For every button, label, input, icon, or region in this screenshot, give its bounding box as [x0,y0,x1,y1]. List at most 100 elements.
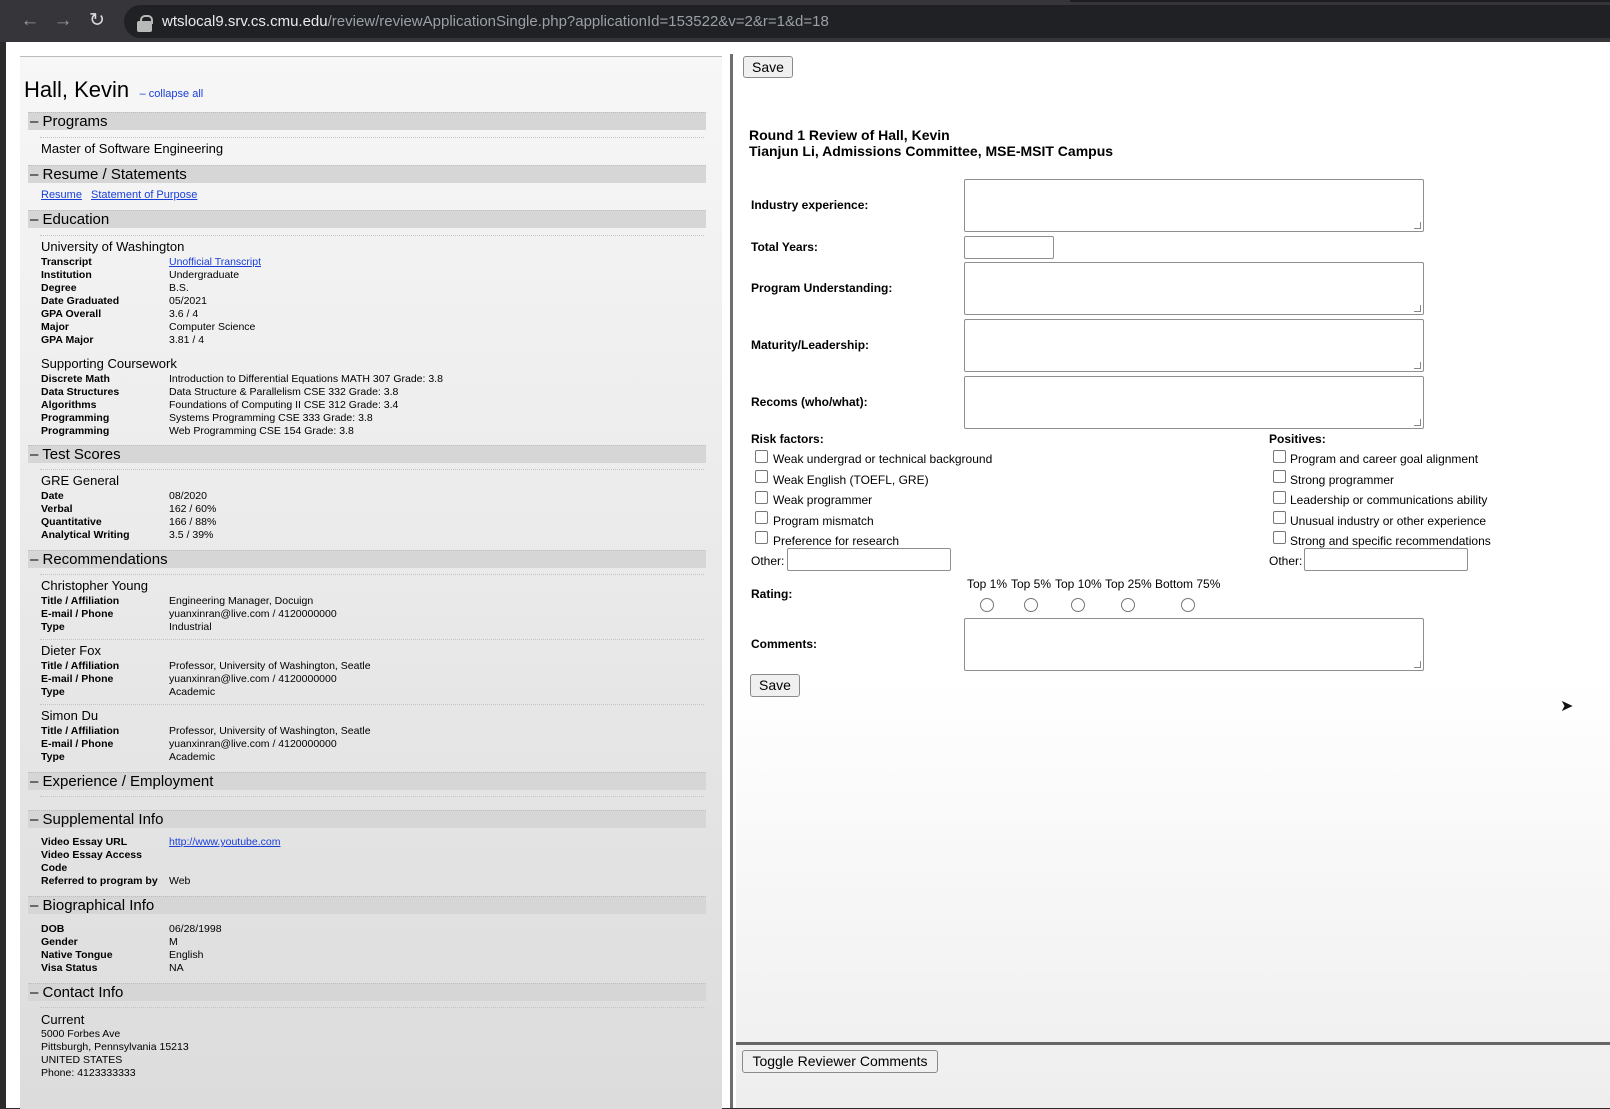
rating-radio-bottom-75[interactable] [1181,598,1195,612]
browser-toolbar: ← → ↻ wtslocal9.srv.cs.cmu.edu/review/re… [0,0,1610,42]
section-resume-header[interactable]: – Resume / Statements [28,165,706,183]
url-host: wtslocal9.srv.cs.cmu.edu [162,13,328,30]
positive-checkbox[interactable] [1273,531,1286,544]
panel-divider [736,1042,1610,1045]
positives-title: Positives: [1269,432,1326,446]
risk-label: Weak undergrad or technical background [773,452,993,466]
edu-value: Undergraduate [169,269,240,281]
forward-arrow-icon[interactable]: → [52,10,74,32]
risk-checkbox[interactable] [755,470,768,483]
risk-other-input[interactable] [787,548,951,571]
coursework-title: Supporting Coursework [41,356,177,371]
course-value: Systems Programming CSE 333 Grade: 3.8 [169,412,373,424]
industry-experience-label: Industry experience: [751,198,869,212]
bio-value: 06/28/1998 [169,923,222,935]
total-years-input[interactable] [964,236,1054,259]
rating-radio-top-25[interactable] [1121,598,1135,612]
page: Hall, Kevin – collapse all – Programs Ma… [6,42,1610,1109]
risk-other-label: Other: [751,554,785,568]
score-value: 162 / 60% [169,503,217,515]
section-recommendations-header[interactable]: – Recommendations [28,550,706,568]
recoms-textarea[interactable] [964,376,1424,429]
back-arrow-icon[interactable]: ← [19,10,41,32]
toggle-reviewer-comments-button[interactable]: Toggle Reviewer Comments [742,1050,938,1073]
rating-option-label: Top 10% [1055,577,1102,591]
rating-radio-top-10[interactable] [1071,598,1085,612]
rec-value: Engineering Manager, Docuign [169,595,314,607]
rec-value: Professor, University of Washington, Sea… [169,660,371,672]
unofficial-transcript-link[interactable]: Unofficial Transcript [169,256,261,268]
lock-icon-body [137,21,152,32]
edu-value: 05/2021 [169,295,207,307]
bio-label: Visa Status [41,962,98,974]
score-label: Analytical Writing [41,529,130,541]
rec-label: Title / Affiliation [41,595,120,607]
risk-checkbox[interactable] [755,491,768,504]
reload-icon[interactable]: ↻ [86,10,108,32]
positive-label: Program and career goal alignment [1290,452,1479,466]
bio-value: English [169,949,204,961]
divider [40,469,704,470]
risk-checkbox[interactable] [755,531,768,544]
section-education-header[interactable]: – Education [28,210,706,228]
collapse-all-link[interactable]: – collapse all [140,88,204,100]
contact-line: Pittsburgh, Pennsylvania 15213 [41,1041,189,1053]
score-value: 3.5 / 39% [169,529,214,541]
statement-of-purpose-link[interactable]: Statement of Purpose [91,189,197,201]
save-button-top[interactable]: Save [743,56,793,78]
risk-label: Weak programmer [773,493,873,507]
recoms-label: Recoms (who/what): [751,395,868,409]
edu-value: Computer Science [169,321,256,333]
review-heading: Round 1 Review of Hall, Kevin [749,127,950,143]
section-supplemental-header[interactable]: – Supplemental Info [28,810,706,828]
positive-label: Strong programmer [1290,473,1395,487]
applicant-name: Hall, Kevin [24,77,130,102]
section-programs-header[interactable]: – Programs [28,112,706,130]
bio-value: NA [169,962,184,974]
positive-label: Unusual industry or other experience [1290,514,1487,528]
section-bio-header[interactable]: – Biographical Info [28,896,706,914]
risk-label: Weak English (TOEFL, GRE) [773,473,929,487]
section-contact-header[interactable]: – Contact Info [28,983,706,1001]
video-url-link[interactable]: http://www.youtube.com [169,836,280,848]
edu-label: GPA Overall [41,308,102,320]
save-button-bottom[interactable]: Save [750,674,800,697]
reviewer-comments-panel: Toggle Reviewer Comments [736,1042,1610,1108]
pane-divider[interactable] [730,54,733,1108]
rating-option-label: Top 5% [1011,577,1052,591]
program-understanding-textarea[interactable] [964,262,1424,315]
positive-checkbox[interactable] [1273,491,1286,504]
video-url-label: Video Essay URL [41,836,128,848]
positive-other-input[interactable] [1304,548,1468,571]
industry-experience-textarea[interactable] [964,179,1424,232]
total-years-label: Total Years: [751,240,818,254]
score-label: Date [41,490,64,502]
rating-radio-top-5[interactable] [1024,598,1038,612]
section-experience-header[interactable]: – Experience / Employment [28,772,706,790]
rating-radio-top-1[interactable] [980,598,994,612]
positive-checkbox[interactable] [1273,511,1286,524]
bio-label: Gender [41,936,78,948]
rec-label: E-mail / Phone [41,673,114,685]
recommender-name: Dieter Fox [41,643,101,658]
comments-textarea[interactable] [964,618,1424,671]
maturity-leadership-textarea[interactable] [964,319,1424,372]
divider [40,137,704,138]
positive-label: Leadership or communications ability [1290,493,1488,507]
course-value: Web Programming CSE 154 Grade: 3.8 [169,425,354,437]
contact-line: 5000 Forbes Ave [41,1028,121,1040]
section-test-scores-header[interactable]: – Test Scores [28,445,706,463]
positive-checkbox[interactable] [1273,470,1286,483]
recommender-name: Christopher Young [41,578,148,593]
positive-checkbox[interactable] [1273,450,1286,463]
rating-label: Rating: [751,587,793,601]
resume-link[interactable]: Resume [41,189,82,201]
address-bar[interactable]: wtslocal9.srv.cs.cmu.edu/review/reviewAp… [124,5,1610,38]
edu-value: 3.6 / 4 [169,308,199,320]
contact-title: Current [41,1012,85,1027]
risk-checkbox[interactable] [755,450,768,463]
rec-value: yuanxinran@live.com / 4120000000 [169,738,337,750]
risk-checkbox[interactable] [755,511,768,524]
edu-label: Institution [41,269,92,281]
referred-value: Web [169,875,191,887]
